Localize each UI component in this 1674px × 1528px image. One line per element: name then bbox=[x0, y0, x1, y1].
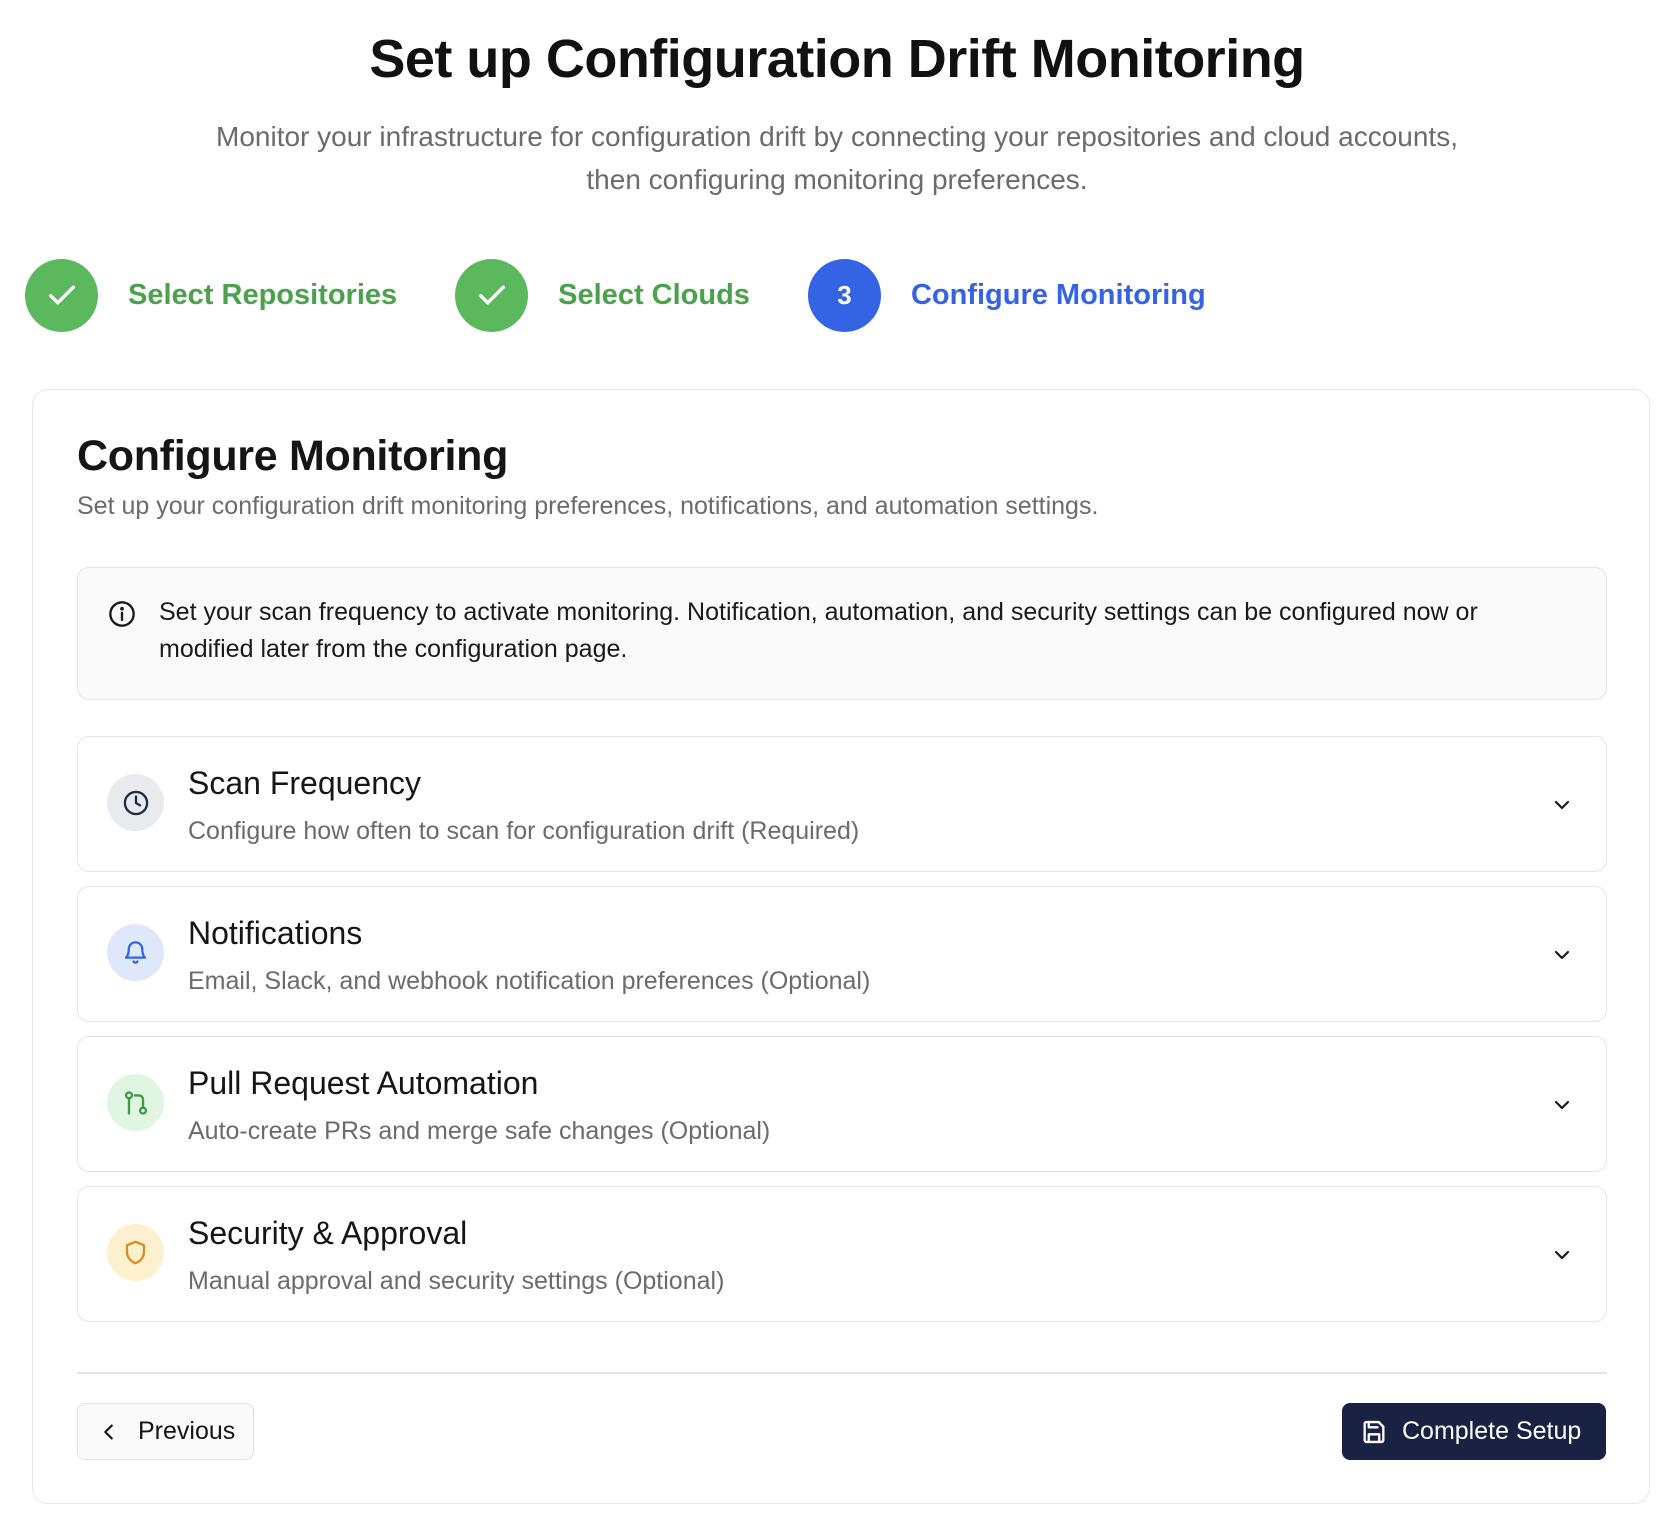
section-security-approval[interactable]: Security & Approval Manual approval and … bbox=[77, 1186, 1607, 1322]
complete-setup-label: Complete Setup bbox=[1402, 1417, 1582, 1445]
card-description: Set up your configuration drift monitori… bbox=[77, 492, 1099, 520]
section-title: Security & Approval bbox=[188, 1215, 468, 1251]
section-description: Manual approval and security settings (O… bbox=[188, 1267, 725, 1295]
chevron-down-icon[interactable] bbox=[1550, 793, 1574, 817]
section-icon-badge bbox=[107, 924, 164, 981]
step-label: Select Repositories bbox=[128, 278, 398, 311]
section-description: Email, Slack, and webhook notification p… bbox=[188, 967, 871, 995]
step-label: Select Clouds bbox=[558, 278, 750, 311]
check-icon bbox=[48, 285, 75, 305]
section-pull-request-automation[interactable]: Pull Request Automation Auto-create PRs … bbox=[77, 1036, 1607, 1172]
configure-monitoring-card: Configure Monitoring Set up your configu… bbox=[32, 389, 1650, 1504]
clock-icon bbox=[123, 790, 148, 815]
section-notifications[interactable]: Notifications Email, Slack, and webhook … bbox=[77, 886, 1607, 1022]
step-number-badge: 3 bbox=[807, 258, 881, 332]
section-title: Scan Frequency bbox=[188, 765, 422, 801]
card-title: Configure Monitoring bbox=[77, 432, 509, 480]
git-pull-request-icon bbox=[124, 1090, 147, 1115]
page-subtitle-line-1: Monitor your infrastructure for configur… bbox=[216, 121, 1458, 152]
footer-divider bbox=[77, 1372, 1607, 1374]
check-icon bbox=[478, 285, 505, 305]
step-configure-monitoring[interactable]: 3 Configure Monitoring bbox=[807, 258, 1206, 332]
section-title: Pull Request Automation bbox=[188, 1065, 539, 1101]
chevron-down-icon[interactable] bbox=[1550, 943, 1574, 967]
previous-button-label: Previous bbox=[138, 1417, 236, 1445]
save-icon bbox=[1363, 1420, 1385, 1443]
step-complete-badge bbox=[25, 258, 98, 332]
page-title: Set up Configuration Drift Monitoring bbox=[369, 29, 1305, 89]
section-icon-badge bbox=[107, 1074, 164, 1131]
page-subtitle: Monitor your infrastructure for configur… bbox=[137, 115, 1537, 201]
info-icon bbox=[109, 601, 135, 627]
step-select-repositories[interactable]: Select Repositories bbox=[25, 258, 398, 332]
shield-icon bbox=[125, 1240, 146, 1265]
previous-button[interactable]: Previous bbox=[77, 1403, 254, 1460]
step-complete-badge bbox=[455, 258, 529, 332]
page-subtitle-line-2: then configuring monitoring preferences. bbox=[586, 164, 1088, 195]
step-select-clouds[interactable]: Select Clouds bbox=[455, 258, 750, 332]
section-description: Auto-create PRs and merge safe changes (… bbox=[188, 1117, 771, 1145]
step-label: Configure Monitoring bbox=[910, 278, 1206, 311]
section-icon-badge bbox=[107, 1224, 164, 1281]
chevron-down-icon[interactable] bbox=[1550, 1243, 1574, 1267]
bell-icon bbox=[124, 941, 147, 964]
section-icon-badge bbox=[107, 774, 164, 831]
info-callout: Set your scan frequency to activate moni… bbox=[77, 567, 1607, 700]
setup-stepper: Select Repositories Select Clouds 3 Conf… bbox=[25, 258, 1264, 332]
section-description: Configure how often to scan for configur… bbox=[188, 817, 860, 845]
complete-setup-button[interactable]: Complete Setup bbox=[1342, 1403, 1606, 1460]
section-scan-frequency[interactable]: Scan Frequency Configure how often to sc… bbox=[77, 736, 1607, 872]
section-title: Notifications bbox=[188, 915, 363, 951]
info-text: Set your scan frequency to activate moni… bbox=[159, 598, 1478, 663]
chevron-down-icon[interactable] bbox=[1550, 1093, 1574, 1117]
chevron-left-icon bbox=[104, 1423, 113, 1440]
